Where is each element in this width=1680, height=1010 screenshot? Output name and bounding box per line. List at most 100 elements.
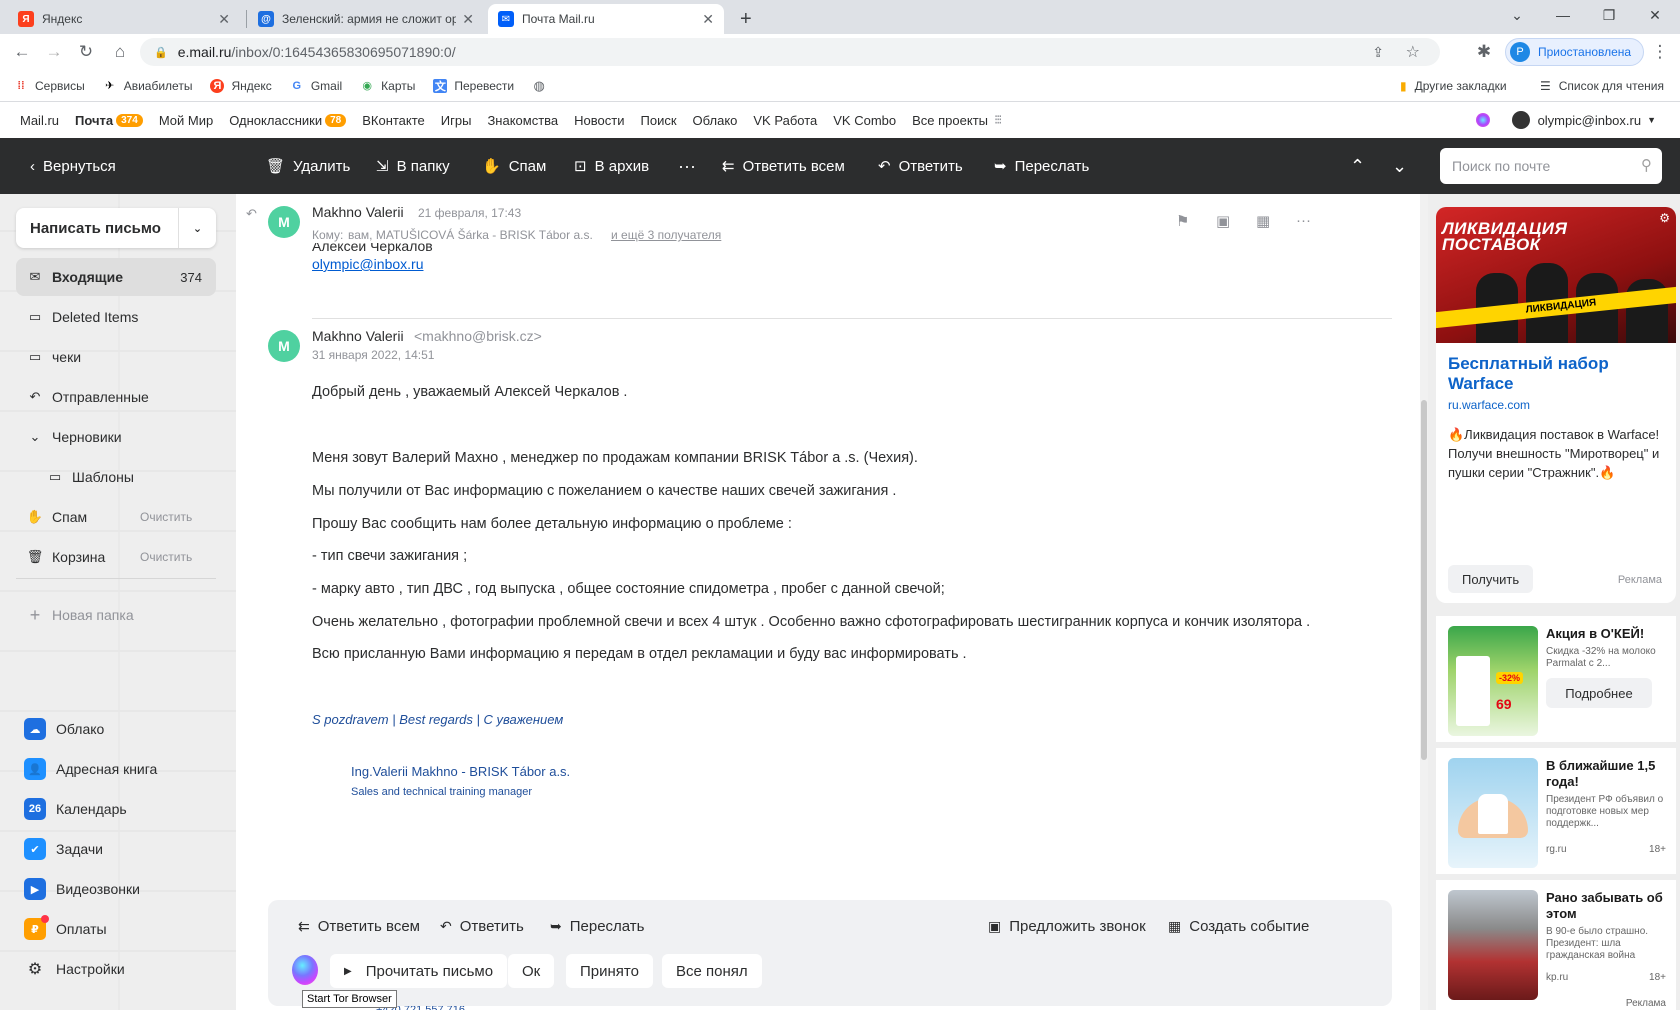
quick-reply-accepted[interactable]: Принято bbox=[566, 954, 653, 988]
ad-title[interactable]: Бесплатный набор Warface bbox=[1448, 354, 1668, 394]
compose-dropdown-chevron-icon[interactable]: ⌄ bbox=[178, 208, 216, 248]
video-call-icon[interactable]: ▣ bbox=[1216, 212, 1230, 230]
clear-spam-button[interactable]: Очистить bbox=[140, 510, 192, 524]
app-tasks[interactable]: ✔ Задачи bbox=[24, 834, 103, 864]
spam-button[interactable]: ✋ Спам bbox=[482, 138, 546, 194]
maximize-icon[interactable]: ❐ bbox=[1586, 0, 1632, 30]
reply-button[interactable]: ↶ Ответить bbox=[878, 138, 963, 194]
bookmark-avia[interactable]: ✈ Авиабилеты bbox=[103, 79, 192, 93]
bookmark-globe[interactable]: ◍ bbox=[532, 78, 553, 93]
quote-email-link[interactable]: olympic@inbox.ru bbox=[312, 256, 423, 272]
other-bookmarks[interactable]: ▮ Другие закладки bbox=[1400, 70, 1507, 102]
forward-arrow-icon[interactable]: → bbox=[42, 40, 66, 64]
sender-name[interactable]: Makhno Valerii bbox=[312, 204, 404, 220]
portal-mymir[interactable]: Мой Мир bbox=[159, 113, 213, 128]
back-button[interactable]: ‹ Вернуться bbox=[30, 138, 116, 194]
bookmark-maps[interactable]: ◉ Карты bbox=[360, 79, 415, 93]
folder-drafts[interactable]: ⌄ Черновики bbox=[16, 418, 216, 456]
scrollbar-thumb[interactable] bbox=[1421, 400, 1427, 760]
bookmark-translate[interactable]: 文 Перевести bbox=[433, 78, 514, 93]
reading-list[interactable]: ☰ Список для чтения bbox=[1540, 70, 1664, 102]
ad-get-button[interactable]: Получить bbox=[1448, 565, 1534, 593]
portal-search[interactable]: Поиск bbox=[641, 113, 677, 128]
portal-vk[interactable]: ВКонтакте bbox=[362, 113, 425, 128]
portal-vkcombo[interactable]: VK Combo bbox=[833, 113, 896, 128]
more-actions-icon[interactable]: ··· bbox=[678, 138, 696, 194]
portal-vkwork[interactable]: VK Работа bbox=[753, 113, 817, 128]
url-field[interactable]: 🔒 e.mail.ru /inbox/0:1645436583069507189… bbox=[140, 38, 1440, 66]
portal-mail[interactable]: Почта 374 bbox=[75, 113, 143, 128]
news-card-okey[interactable]: -32% 69 Акция в О'КЕЙ! Скидка -32% на мо… bbox=[1436, 616, 1676, 742]
close-tab-icon[interactable]: ✕ bbox=[462, 11, 474, 28]
folder-inbox[interactable]: ✉ Входящие 374 bbox=[16, 258, 216, 296]
forward-button[interactable]: ➥ Переслать bbox=[550, 914, 645, 938]
suggest-call-button[interactable]: ▣ Предложить звонок bbox=[988, 914, 1146, 938]
portal-games[interactable]: Игры bbox=[441, 113, 472, 128]
new-tab-plus-icon[interactable]: + bbox=[730, 4, 766, 34]
clear-trash-button[interactable]: Очистить bbox=[140, 550, 192, 564]
app-video-calls[interactable]: ▶ Видеозвонки bbox=[24, 874, 140, 904]
back-arrow-icon[interactable]: ← bbox=[10, 40, 34, 64]
marusia-orb-icon[interactable] bbox=[1475, 113, 1490, 127]
portal-cloud[interactable]: Облако bbox=[693, 113, 738, 128]
search-icon[interactable]: ⚲ bbox=[1641, 156, 1652, 174]
archive-button[interactable]: ⊡ В архив bbox=[574, 138, 649, 194]
prev-letter-chevron-up-icon[interactable]: ⌃ bbox=[1350, 138, 1365, 194]
more-recipients-link[interactable]: и ещё 3 получателя bbox=[611, 228, 721, 242]
folder-templates[interactable]: ▭ Шаблоны bbox=[16, 458, 216, 496]
app-calendar[interactable]: 26 Календарь bbox=[24, 794, 127, 824]
app-settings[interactable]: ⚙ Настройки bbox=[24, 954, 125, 984]
browser-tab-mail[interactable]: ✉ Почта Mail.ru ✕ bbox=[488, 4, 724, 34]
portal-user[interactable]: olympic@inbox.ru ▼ bbox=[1475, 102, 1656, 138]
delete-button[interactable]: 🗑 Удалить bbox=[266, 138, 350, 194]
minimize-icon[interactable]: — bbox=[1540, 0, 1586, 30]
app-payments[interactable]: ₽ Оплаты bbox=[24, 914, 107, 944]
mail-search-input[interactable]: Поиск по почте ⚲ bbox=[1440, 148, 1662, 184]
new-folder-button[interactable]: + Новая папка bbox=[16, 596, 216, 634]
details-button[interactable]: Подробнее bbox=[1546, 678, 1652, 708]
read-letter-button[interactable]: ▶ Прочитать письмо bbox=[330, 954, 508, 988]
app-address-book[interactable]: 👤 Адресная книга bbox=[24, 754, 157, 784]
bookmark-flag-icon[interactable]: ⚑ bbox=[1176, 212, 1189, 230]
folder-trash[interactable]: 🗑 Корзина Очистить bbox=[16, 538, 216, 576]
app-cloud[interactable]: ☁ Облако bbox=[24, 714, 104, 744]
menu-kebab-icon[interactable]: ⋮ bbox=[1648, 40, 1672, 64]
folder-spam[interactable]: ✋ Спам Очистить bbox=[16, 498, 216, 536]
move-to-folder-button[interactable]: ⇲ В папку bbox=[376, 138, 450, 194]
browser-tab-news[interactable]: @ Зеленский: армия не сложит ор ✕ bbox=[248, 4, 484, 34]
calendar-icon[interactable]: ▦ bbox=[1256, 212, 1270, 230]
ad-card-warface[interactable]: ЛИКВИДАЦИЯ ПОСТАВОК ЛИКВИДАЦИЯ ⚙ Бесплат… bbox=[1436, 207, 1676, 603]
quick-reply-ok[interactable]: Ок bbox=[508, 954, 555, 988]
bookmark-gmail[interactable]: G Gmail bbox=[290, 79, 343, 93]
create-event-button[interactable]: ▦ Создать событие bbox=[1168, 914, 1309, 938]
bookmark-services[interactable]: ⁞⁞ Сервисы bbox=[14, 79, 84, 93]
tab-search-chevron-icon[interactable]: ⌄ bbox=[1494, 0, 1540, 30]
assistant-orb-icon[interactable] bbox=[292, 955, 318, 985]
ad-options-icon[interactable]: ⚙ bbox=[1659, 211, 1670, 225]
bookmark-star-icon[interactable]: ☆ bbox=[1406, 42, 1420, 62]
ad-domain[interactable]: ru.warface.com bbox=[1448, 398, 1530, 412]
portal-news[interactable]: Новости bbox=[574, 113, 624, 128]
extensions-puzzle-icon[interactable]: ✱ bbox=[1472, 40, 1496, 64]
chevron-down-icon[interactable]: ⌄ bbox=[26, 429, 44, 445]
share-icon[interactable]: ⇪ bbox=[1372, 44, 1384, 61]
close-window-icon[interactable]: ✕ bbox=[1632, 0, 1678, 30]
portal-mailru[interactable]: Mail.ru bbox=[20, 113, 59, 128]
browser-tab-yandex[interactable]: Я Яндекс ✕ bbox=[8, 4, 240, 34]
news-card-rg[interactable]: В ближайшие 1,5 года! Президент РФ объяв… bbox=[1436, 748, 1676, 874]
portal-all-projects[interactable]: Все проекты ⁝⁝⁝ bbox=[912, 112, 1002, 128]
compose-button[interactable]: Написать письмо ⌄ bbox=[16, 208, 216, 248]
folder-deleted-items[interactable]: ▭ Deleted Items bbox=[16, 298, 216, 336]
reload-icon[interactable]: ↻ bbox=[74, 40, 98, 64]
forward-button[interactable]: ➥ Переслать bbox=[994, 138, 1089, 194]
portal-dating[interactable]: Знакомства bbox=[487, 113, 558, 128]
close-tab-icon[interactable]: ✕ bbox=[218, 11, 230, 28]
home-icon[interactable]: ⌂ bbox=[108, 40, 132, 64]
reply-all-button[interactable]: ⇇ Ответить всем bbox=[298, 914, 420, 938]
portal-ok[interactable]: Одноклассники 78 bbox=[229, 113, 347, 128]
next-letter-chevron-down-icon[interactable]: ⌄ bbox=[1392, 138, 1407, 194]
news-card-kp[interactable]: Рано забывать об этом В 90-е было страшн… bbox=[1436, 880, 1676, 1010]
bookmark-yandex[interactable]: Я Яндекс bbox=[210, 78, 272, 93]
reply-button[interactable]: ↶ Ответить bbox=[440, 914, 524, 938]
folder-cheki[interactable]: ▭ чеки bbox=[16, 338, 216, 376]
